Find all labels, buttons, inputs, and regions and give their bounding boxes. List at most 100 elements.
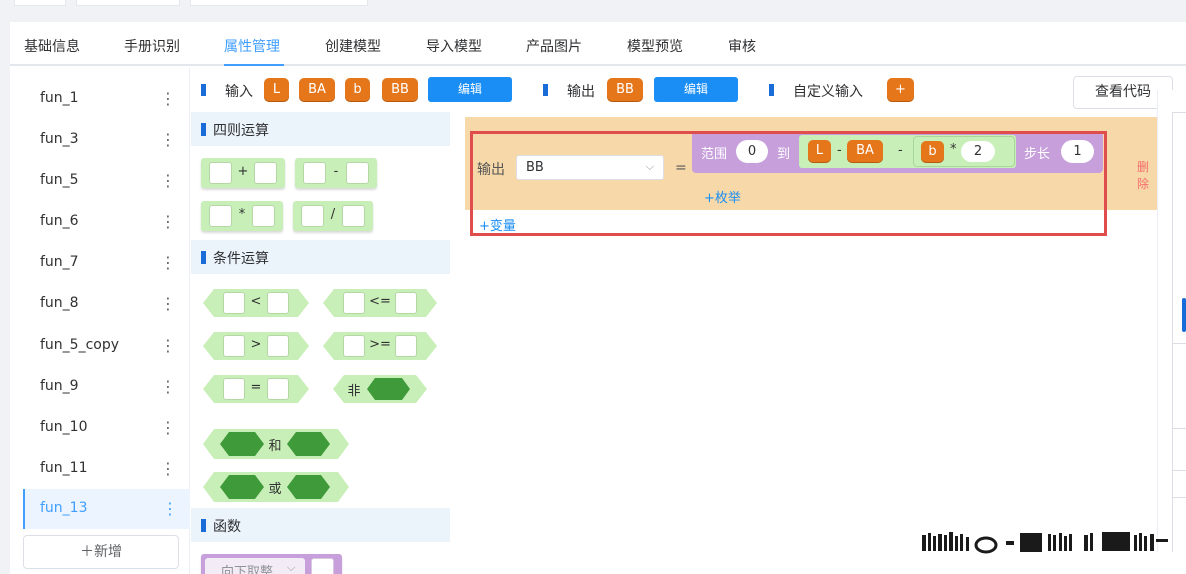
operand-slot [209, 205, 232, 227]
watermark-logo [922, 532, 1168, 554]
block-divide[interactable]: / [293, 201, 373, 231]
block-and[interactable]: 和 [202, 428, 350, 460]
function-name: fun_5 [40, 172, 79, 188]
operand-slot [395, 335, 417, 357]
more-vertical-icon[interactable]: ⋮ [160, 416, 176, 440]
section-marker [201, 519, 206, 532]
top-tab-stub[interactable] [14, 0, 66, 6]
function-name: fun_8 [40, 295, 79, 311]
section-marker [201, 123, 206, 136]
output-var-chip[interactable]: BB [607, 78, 643, 101]
tab-attribute-management[interactable]: 属性管理 [224, 36, 280, 56]
block-greater-than[interactable]: > [202, 331, 310, 361]
operand-slot [223, 378, 245, 400]
operator-symbol: > [250, 337, 262, 352]
function-item-fun-11[interactable]: fun_11 ⋮ [23, 449, 190, 489]
more-vertical-icon[interactable]: ⋮ [160, 210, 176, 234]
operator-symbol: / [330, 207, 336, 222]
section-marker [543, 84, 548, 96]
block-or[interactable]: 或 [202, 471, 350, 503]
operator-symbol: = [250, 380, 262, 395]
block-greater-or-equal[interactable]: >= [322, 331, 438, 361]
function-item-fun-5-copy[interactable]: fun_5_copy ⋮ [23, 326, 190, 366]
block-not[interactable]: 非 [332, 374, 428, 404]
operand-slot [223, 292, 245, 314]
more-vertical-icon[interactable]: ⋮ [160, 128, 176, 152]
floor-label: 向下取整 [221, 565, 274, 574]
more-vertical-icon[interactable]: ⋮ [160, 375, 176, 399]
delete-link[interactable]: 删除 [1137, 158, 1157, 192]
block-subtract[interactable]: - [295, 158, 377, 188]
block-add[interactable]: + [201, 158, 285, 188]
operator-symbol: 和 [268, 439, 282, 454]
function-item-fun-3[interactable]: fun_3 ⋮ [23, 120, 190, 160]
function-item-fun-6[interactable]: fun_6 ⋮ [23, 202, 190, 242]
more-vertical-icon[interactable]: ⋮ [160, 457, 176, 481]
operator-symbol: <= [369, 294, 391, 309]
function-name: fun_13 [40, 500, 88, 516]
add-custom-input-button[interactable]: + [887, 78, 914, 101]
function-item-fun-9[interactable]: fun_9 ⋮ [23, 367, 190, 407]
right-panel-divider [1172, 343, 1186, 344]
input-var-chip[interactable]: BB [382, 78, 418, 101]
function-list: fun_1 ⋮ fun_3 ⋮ fun_5 ⋮ fun_6 ⋮ fun_7 ⋮ fun_8… [23, 68, 190, 574]
category-header-conditional: 条件运算 [191, 240, 450, 274]
block-less-or-equal[interactable]: <= [322, 288, 438, 318]
block-multiply[interactable]: * [201, 201, 283, 231]
function-item-fun-13[interactable]: fun_13 ⋮ [23, 489, 190, 529]
function-item-fun-1[interactable]: fun_1 ⋮ [23, 79, 190, 119]
edit-outputs-button[interactable]: 编辑 [654, 77, 738, 102]
edit-inputs-button[interactable]: 编辑 [428, 77, 512, 102]
operand-slot [254, 162, 277, 184]
more-vertical-icon[interactable]: ⋮ [160, 334, 176, 358]
tab-bar: 基础信息 手册识别 属性管理 创建模型 导入模型 产品图片 模型预览 审核 [10, 22, 1186, 66]
function-name: fun_9 [40, 378, 79, 394]
function-item-fun-8[interactable]: fun_8 ⋮ [23, 284, 190, 324]
function-item-fun-7[interactable]: fun_7 ⋮ [23, 243, 190, 283]
more-vertical-icon[interactable]: ⋮ [160, 87, 176, 111]
floor-select[interactable]: 向下取整 ⌵ [205, 558, 305, 574]
right-panel-divider [1172, 470, 1186, 471]
top-tab-stub[interactable] [76, 0, 180, 6]
block-floor[interactable]: 向下取整 ⌵ [201, 554, 342, 574]
category-title: 四则运算 [213, 123, 269, 139]
input-var-chip[interactable]: b [345, 78, 370, 101]
tab-basic-info[interactable]: 基础信息 [24, 36, 80, 56]
add-function-button[interactable]: ＋新增 [23, 535, 179, 569]
top-tab-stub[interactable] [190, 0, 368, 6]
input-label: 输入 [225, 84, 253, 100]
tab-product-images[interactable]: 产品图片 [526, 36, 582, 56]
right-panel-inner-card [1172, 112, 1186, 552]
more-vertical-icon[interactable]: ⋮ [160, 169, 176, 193]
function-name: fun_3 [40, 131, 79, 147]
operator-symbol: 非 [347, 384, 361, 399]
tab-create-model[interactable]: 创建模型 [325, 36, 381, 56]
browser-tab-strip [0, 0, 1186, 22]
input-var-chip[interactable]: BA [299, 78, 335, 101]
block-equal[interactable]: = [202, 374, 310, 404]
operand-slot [301, 205, 324, 227]
operand-slot [267, 292, 289, 314]
operator-symbol: - [333, 164, 339, 179]
right-panel-divider [1172, 497, 1186, 498]
tab-model-preview[interactable]: 模型预览 [627, 36, 683, 56]
category-title: 函数 [213, 519, 241, 535]
operator-symbol: >= [369, 337, 391, 352]
more-vertical-icon[interactable]: ⋮ [162, 497, 178, 521]
more-vertical-icon[interactable]: ⋮ [160, 292, 176, 316]
active-tab-indicator [224, 64, 284, 66]
operand-slot [343, 335, 365, 357]
function-item-fun-5[interactable]: fun_5 ⋮ [23, 161, 190, 201]
tab-review[interactable]: 审核 [728, 36, 756, 56]
block-palette: 四则运算 + - * / 条件运算 < <= > >= = 非 和 或 函数 向… [191, 112, 450, 574]
tab-manual-recognition[interactable]: 手册识别 [124, 36, 180, 56]
right-panel-button-edge[interactable] [1182, 298, 1186, 332]
input-var-chip[interactable]: L [264, 78, 289, 101]
function-item-fun-10[interactable]: fun_10 ⋮ [23, 408, 190, 448]
function-name: fun_6 [40, 213, 79, 229]
tab-import-model[interactable]: 导入模型 [426, 36, 482, 56]
function-name: fun_11 [40, 460, 88, 476]
operator-symbol: + [237, 164, 249, 179]
more-vertical-icon[interactable]: ⋮ [160, 251, 176, 275]
block-less-than[interactable]: < [202, 288, 310, 318]
